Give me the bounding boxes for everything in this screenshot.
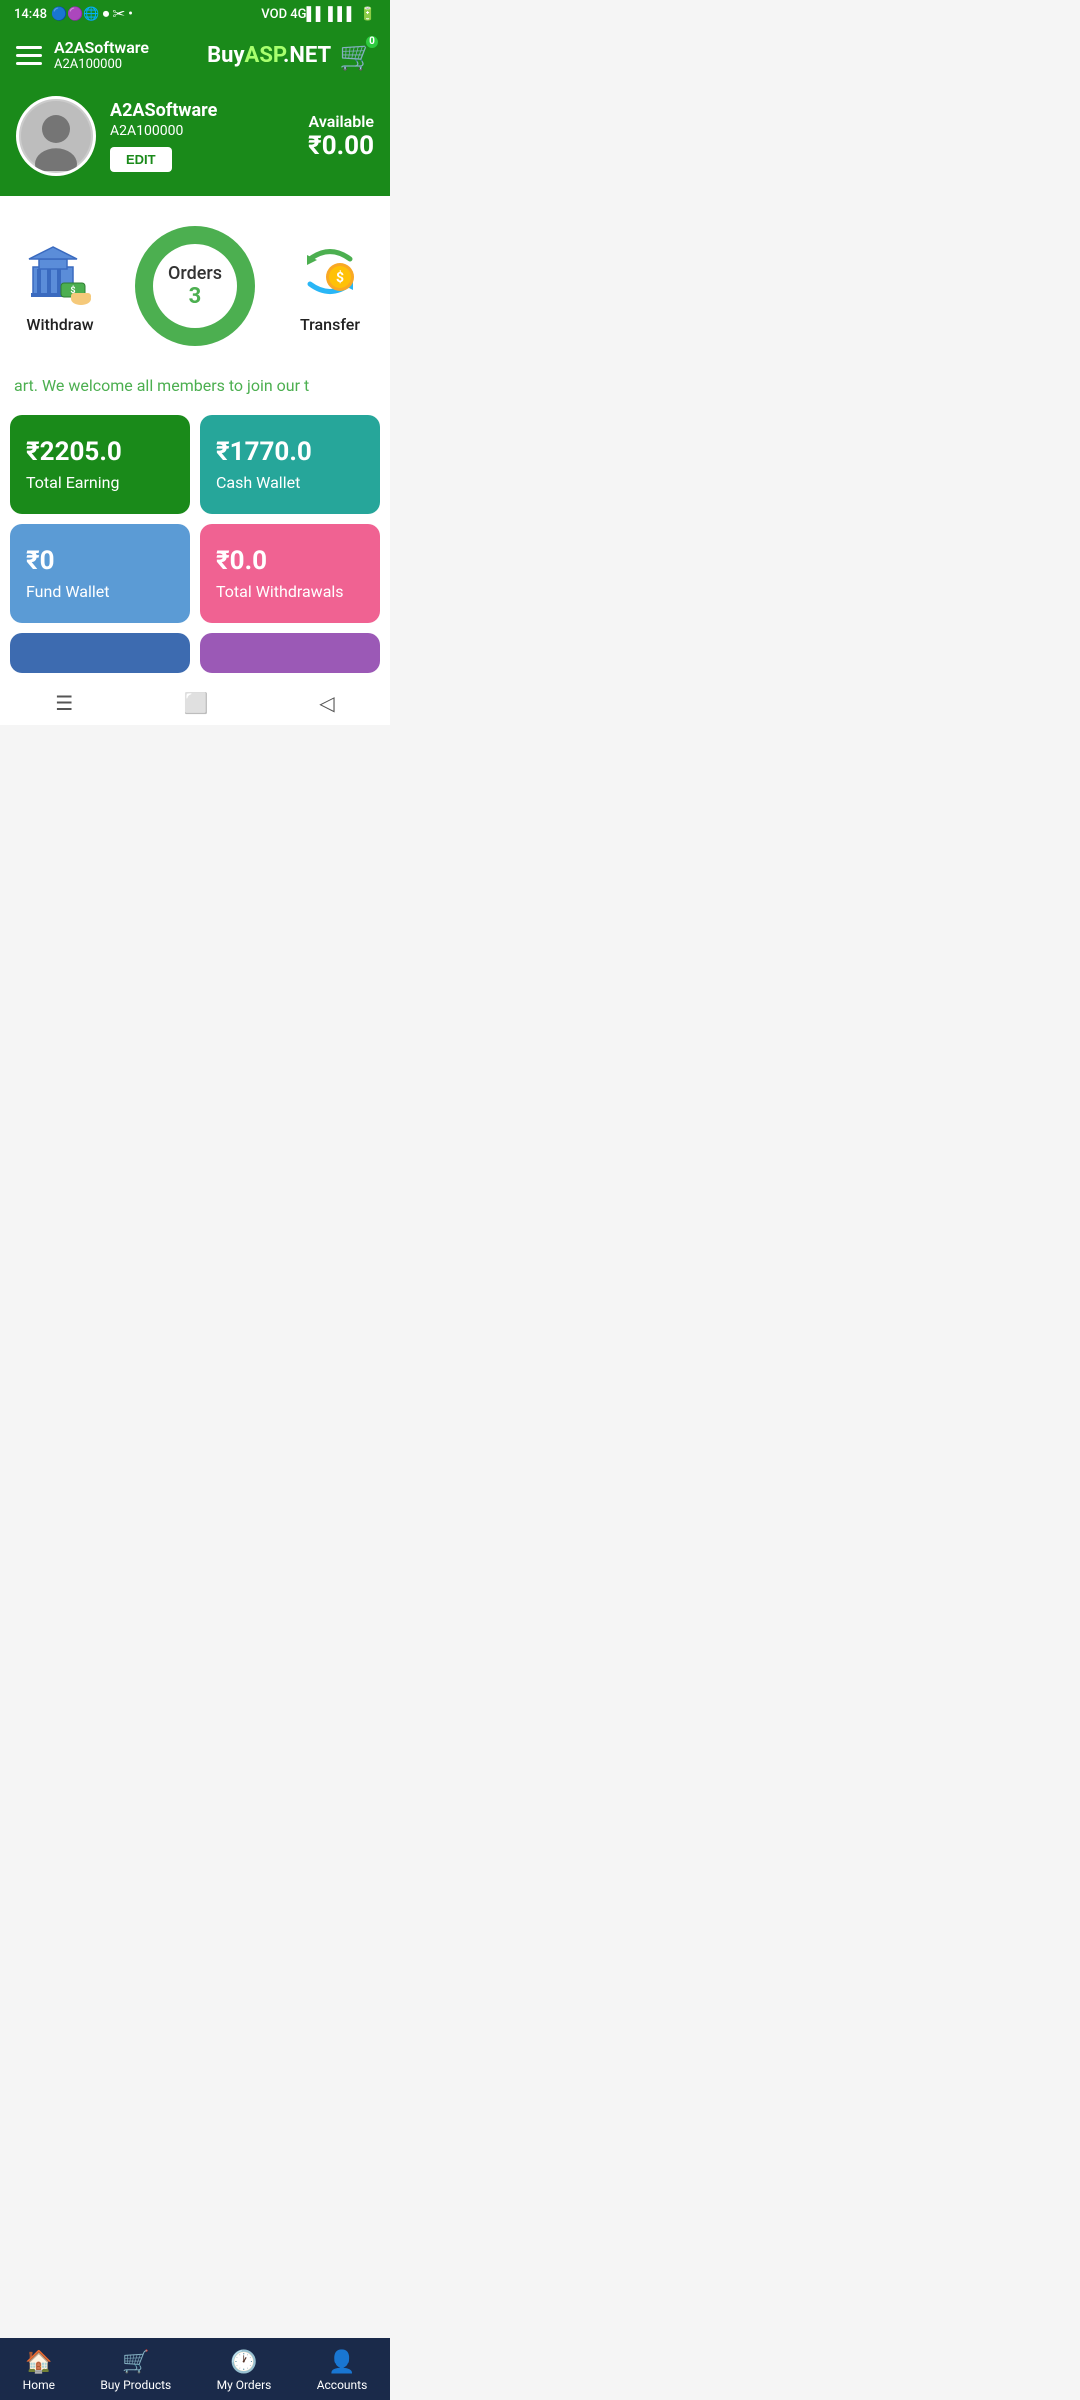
- nav-home-label: Home: [23, 2378, 55, 2392]
- available-label: Available: [308, 112, 374, 131]
- orders-label: Orders: [168, 263, 222, 284]
- system-nav: ☰ ⬜ ◁: [0, 683, 390, 725]
- total-withdrawals-label: Total Withdrawals: [216, 582, 364, 601]
- fund-wallet-label: Fund Wallet: [26, 582, 174, 601]
- middle-section: $ Withdraw Orders 3: [0, 196, 390, 366]
- header-left: A2ASoftware A2A100000: [16, 38, 149, 72]
- orders-inner: Orders 3: [168, 263, 222, 309]
- withdraw-action[interactable]: $ Withdraw: [25, 239, 95, 334]
- sys-home-icon[interactable]: ⬜: [184, 691, 209, 715]
- total-earning-label: Total Earning: [26, 473, 174, 492]
- nav-my-orders-label: My Orders: [217, 2378, 272, 2392]
- balance-section: Available ₹0.00: [308, 112, 374, 161]
- brand-logo: BuyASP.NET: [207, 43, 331, 68]
- transfer-label: Transfer: [300, 315, 360, 334]
- brand-asp: ASP: [245, 43, 283, 68]
- orders-donut[interactable]: Orders 3: [125, 216, 265, 356]
- profile-banner: A2ASoftware A2A100000 EDIT Available ₹0.…: [0, 86, 390, 196]
- signal-icons: VOD 4G▌▌ ▌▌▌: [261, 6, 356, 22]
- total-earning-card[interactable]: ₹2205.0 Total Earning: [10, 415, 190, 514]
- nav-accounts[interactable]: 👤 Accounts: [307, 2346, 378, 2396]
- nav-buy-products[interactable]: 🛒 Buy Products: [90, 2346, 181, 2396]
- cart-badge: 0: [364, 34, 380, 50]
- cash-wallet-amount: ₹1770.0: [216, 437, 364, 467]
- total-withdrawals-amount: ₹0.0: [216, 546, 364, 576]
- cart-button[interactable]: 🛒 0: [339, 39, 374, 72]
- welcome-text: art. We welcome all members to join our …: [14, 376, 309, 395]
- nav-buy-products-label: Buy Products: [100, 2378, 171, 2392]
- profile-name: A2ASoftware: [110, 100, 217, 121]
- stats-grid: ₹2205.0 Total Earning ₹1770.0 Cash Walle…: [0, 405, 390, 633]
- profile-id: A2A100000: [110, 123, 217, 139]
- total-earning-amount: ₹2205.0: [26, 437, 174, 467]
- edit-profile-button[interactable]: EDIT: [110, 147, 172, 172]
- hamburger-menu[interactable]: [16, 46, 42, 65]
- app-header: A2ASoftware A2A100000 BuyASP.NET 🛒 0: [0, 28, 390, 86]
- withdraw-icon: $: [25, 239, 95, 309]
- header-brand: BuyASP.NET 🛒 0: [207, 39, 374, 72]
- avatar: [16, 96, 96, 176]
- profile-info: A2ASoftware A2A100000 EDIT: [110, 100, 217, 172]
- fund-wallet-card[interactable]: ₹0 Fund Wallet: [10, 524, 190, 623]
- cash-wallet-label: Cash Wallet: [216, 473, 364, 492]
- nav-my-orders[interactable]: 🕐 My Orders: [207, 2346, 282, 2396]
- total-withdrawals-card[interactable]: ₹0.0 Total Withdrawals: [200, 524, 380, 623]
- partial-card-right[interactable]: [200, 633, 380, 673]
- sys-menu-icon[interactable]: ☰: [55, 691, 73, 715]
- orders-count: 3: [168, 284, 222, 309]
- status-icons: 🔵🟣🌐 ⏺ ✂ •: [51, 7, 133, 22]
- status-bar: 14:48 🔵🟣🌐 ⏺ ✂ • VOD 4G▌▌ ▌▌▌ 🔋: [0, 0, 390, 28]
- sys-back-icon[interactable]: ◁: [319, 691, 334, 715]
- home-icon: 🏠: [25, 2350, 52, 2375]
- transfer-action[interactable]: $ Transfer: [295, 239, 365, 334]
- fund-wallet-amount: ₹0: [26, 546, 174, 576]
- balance-amount: ₹0.00: [308, 131, 374, 161]
- battery-icon: 🔋: [360, 7, 376, 22]
- partial-card-left[interactable]: [10, 633, 190, 673]
- status-right: VOD 4G▌▌ ▌▌▌ 🔋: [261, 6, 376, 22]
- svg-text:$: $: [336, 269, 344, 286]
- partial-cards: [0, 633, 390, 683]
- brand-net: .NET: [283, 43, 331, 68]
- profile-left: A2ASoftware A2A100000 EDIT: [16, 96, 217, 176]
- brand-buy: Buy: [207, 43, 244, 68]
- cash-wallet-card[interactable]: ₹1770.0 Cash Wallet: [200, 415, 380, 514]
- bottom-nav: 🏠 Home 🛒 Buy Products 🕐 My Orders 👤 Acco…: [0, 2338, 390, 2400]
- header-userid: A2A100000: [54, 57, 149, 72]
- status-time: 14:48: [14, 7, 47, 22]
- welcome-banner: art. We welcome all members to join our …: [0, 366, 390, 405]
- my-orders-icon: 🕐: [230, 2350, 257, 2375]
- buy-products-icon: 🛒: [122, 2350, 149, 2375]
- withdraw-label: Withdraw: [26, 315, 93, 334]
- nav-home[interactable]: 🏠 Home: [13, 2346, 65, 2396]
- nav-accounts-label: Accounts: [317, 2378, 368, 2392]
- avatar-svg: [21, 101, 91, 171]
- header-username: A2ASoftware: [54, 38, 149, 57]
- header-user-info: A2ASoftware A2A100000: [54, 38, 149, 72]
- accounts-icon: 👤: [328, 2350, 355, 2375]
- transfer-icon: $: [295, 239, 365, 309]
- status-left: 14:48 🔵🟣🌐 ⏺ ✂ •: [14, 7, 133, 22]
